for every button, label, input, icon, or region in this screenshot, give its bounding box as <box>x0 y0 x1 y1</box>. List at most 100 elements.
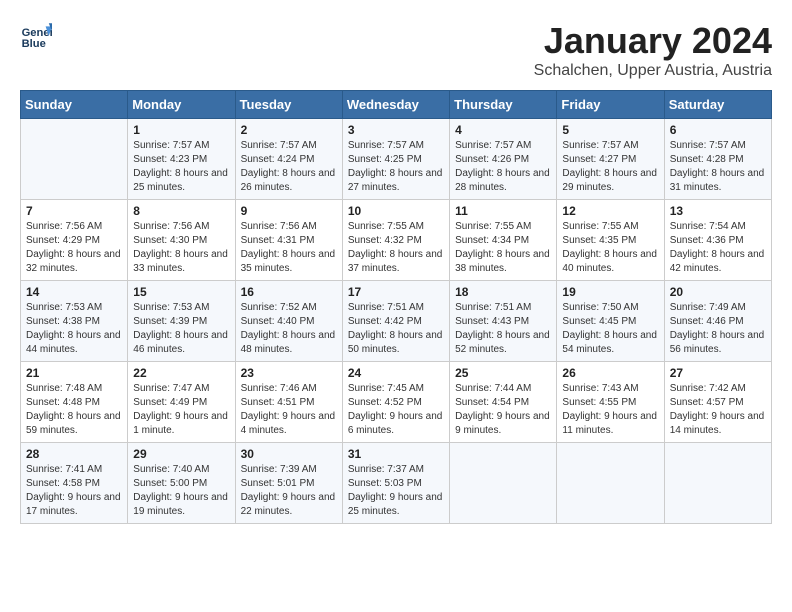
day-info: Sunrise: 7:57 AMSunset: 4:24 PMDaylight:… <box>241 139 337 195</box>
calendar-day-cell: 18 Sunrise: 7:51 AMSunset: 4:43 PMDayligh… <box>450 281 557 362</box>
day-info: Sunrise: 7:57 AMSunset: 4:26 PMDaylight:… <box>455 139 551 195</box>
day-number: 21 <box>26 366 122 380</box>
day-number: 6 <box>670 123 766 137</box>
day-info: Sunrise: 7:40 AMSunset: 5:00 PMDaylight:… <box>133 463 229 519</box>
day-info: Sunrise: 7:50 AMSunset: 4:45 PMDaylight:… <box>562 301 658 357</box>
day-number: 4 <box>455 123 551 137</box>
day-number: 7 <box>26 204 122 218</box>
calendar-day-cell: 20Sunrise: 7:49 AMSunset: 4:46 PMDayligh… <box>664 281 771 362</box>
calendar-day-cell: 24 Sunrise: 7:45 AMSunset: 4:52 PMDayligh… <box>342 362 449 443</box>
calendar-day-cell: 21 Sunrise: 7:48 AMSunset: 4:48 PMDayligh… <box>21 362 128 443</box>
day-info: Sunrise: 7:52 AMSunset: 4:40 PMDaylight:… <box>241 301 337 357</box>
calendar-day-cell: 12 Sunrise: 7:55 AMSunset: 4:35 PMDayligh… <box>557 200 664 281</box>
weekday-header-cell: Wednesday <box>342 91 449 119</box>
month-title: January 2024 <box>534 20 772 62</box>
day-number: 11 <box>455 204 551 218</box>
day-number: 26 <box>562 366 658 380</box>
weekday-header-cell: Saturday <box>664 91 771 119</box>
calendar-day-cell: 6 Sunrise: 7:57 AMSunset: 4:28 PMDaylight… <box>664 119 771 200</box>
day-info: Sunrise: 7:53 AMSunset: 4:38 PMDaylight:… <box>26 301 122 357</box>
calendar-table: SundayMondayTuesdayWednesdayThursdayFrid… <box>20 90 772 524</box>
location-title: Schalchen, Upper Austria, Austria <box>534 62 772 80</box>
day-number: 12 <box>562 204 658 218</box>
calendar-day-cell: 17 Sunrise: 7:51 AMSunset: 4:42 PMDayligh… <box>342 281 449 362</box>
calendar-day-cell: 8 Sunrise: 7:56 AMSunset: 4:30 PMDaylight… <box>128 200 235 281</box>
day-info: Sunrise: 7:44 AMSunset: 4:54 PMDaylight:… <box>455 382 551 438</box>
calendar-day-cell: 1 Sunrise: 7:57 AMSunset: 4:23 PMDaylight… <box>128 119 235 200</box>
day-number: 27 <box>670 366 766 380</box>
day-number: 20 <box>670 285 766 299</box>
day-info: Sunrise: 7:55 AMSunset: 4:35 PMDaylight:… <box>562 220 658 276</box>
calendar-day-cell <box>21 119 128 200</box>
weekday-header-cell: Friday <box>557 91 664 119</box>
day-info: Sunrise: 7:56 AMSunset: 4:31 PMDaylight:… <box>241 220 337 276</box>
day-number: 3 <box>348 123 444 137</box>
day-number: 17 <box>348 285 444 299</box>
day-number: 10 <box>348 204 444 218</box>
weekday-header-cell: Sunday <box>21 91 128 119</box>
calendar-day-cell: 3 Sunrise: 7:57 AMSunset: 4:25 PMDaylight… <box>342 119 449 200</box>
day-number: 22 <box>133 366 229 380</box>
day-info: Sunrise: 7:55 AMSunset: 4:32 PMDaylight:… <box>348 220 444 276</box>
day-number: 28 <box>26 447 122 461</box>
calendar-day-cell: 19 Sunrise: 7:50 AMSunset: 4:45 PMDayligh… <box>557 281 664 362</box>
day-number: 2 <box>241 123 337 137</box>
day-number: 15 <box>133 285 229 299</box>
day-info: Sunrise: 7:47 AMSunset: 4:49 PMDaylight:… <box>133 382 229 438</box>
weekday-header-cell: Tuesday <box>235 91 342 119</box>
calendar-day-cell <box>450 443 557 524</box>
calendar-day-cell: 27Sunrise: 7:42 AMSunset: 4:57 PMDayligh… <box>664 362 771 443</box>
calendar-day-cell: 31Sunrise: 7:37 AMSunset: 5:03 PMDayligh… <box>342 443 449 524</box>
day-info: Sunrise: 7:39 AMSunset: 5:01 PMDaylight:… <box>241 463 337 519</box>
day-info: Sunrise: 7:57 AMSunset: 4:23 PMDaylight:… <box>133 139 229 195</box>
day-number: 9 <box>241 204 337 218</box>
day-info: Sunrise: 7:56 AMSunset: 4:30 PMDaylight:… <box>133 220 229 276</box>
calendar-day-cell: 10 Sunrise: 7:55 AMSunset: 4:32 PMDayligh… <box>342 200 449 281</box>
calendar-day-cell: 28 Sunrise: 7:41 AMSunset: 4:58 PMDayligh… <box>21 443 128 524</box>
weekday-header-cell: Monday <box>128 91 235 119</box>
day-number: 16 <box>241 285 337 299</box>
weekday-header-row: SundayMondayTuesdayWednesdayThursdayFrid… <box>21 91 772 119</box>
calendar-day-cell <box>664 443 771 524</box>
day-info: Sunrise: 7:55 AMSunset: 4:34 PMDaylight:… <box>455 220 551 276</box>
day-info: Sunrise: 7:54 AMSunset: 4:36 PMDaylight:… <box>670 220 766 276</box>
day-number: 1 <box>133 123 229 137</box>
day-number: 5 <box>562 123 658 137</box>
day-info: Sunrise: 7:46 AMSunset: 4:51 PMDaylight:… <box>241 382 337 438</box>
calendar-day-cell: 29 Sunrise: 7:40 AMSunset: 5:00 PMDayligh… <box>128 443 235 524</box>
calendar-body: 1 Sunrise: 7:57 AMSunset: 4:23 PMDaylight… <box>21 119 772 524</box>
calendar-week-row: 21 Sunrise: 7:48 AMSunset: 4:48 PMDayligh… <box>21 362 772 443</box>
calendar-day-cell: 26Sunrise: 7:43 AMSunset: 4:55 PMDayligh… <box>557 362 664 443</box>
calendar-week-row: 14Sunrise: 7:53 AMSunset: 4:38 PMDayligh… <box>21 281 772 362</box>
day-number: 24 <box>348 366 444 380</box>
calendar-day-cell <box>557 443 664 524</box>
day-number: 18 <box>455 285 551 299</box>
day-info: Sunrise: 7:48 AMSunset: 4:48 PMDaylight:… <box>26 382 122 438</box>
day-info: Sunrise: 7:45 AMSunset: 4:52 PMDaylight:… <box>348 382 444 438</box>
calendar-day-cell: 22 Sunrise: 7:47 AMSunset: 4:49 PMDayligh… <box>128 362 235 443</box>
calendar-day-cell: 23 Sunrise: 7:46 AMSunset: 4:51 PMDayligh… <box>235 362 342 443</box>
day-info: Sunrise: 7:57 AMSunset: 4:25 PMDaylight:… <box>348 139 444 195</box>
calendar-week-row: 28 Sunrise: 7:41 AMSunset: 4:58 PMDayligh… <box>21 443 772 524</box>
day-info: Sunrise: 7:57 AMSunset: 4:28 PMDaylight:… <box>670 139 766 195</box>
logo: General Blue <box>20 20 52 52</box>
day-number: 23 <box>241 366 337 380</box>
day-info: Sunrise: 7:41 AMSunset: 4:58 PMDaylight:… <box>26 463 122 519</box>
calendar-day-cell: 15Sunrise: 7:53 AMSunset: 4:39 PMDayligh… <box>128 281 235 362</box>
day-number: 8 <box>133 204 229 218</box>
calendar-day-cell: 2 Sunrise: 7:57 AMSunset: 4:24 PMDaylight… <box>235 119 342 200</box>
day-info: Sunrise: 7:56 AMSunset: 4:29 PMDaylight:… <box>26 220 122 276</box>
calendar-day-cell: 5Sunrise: 7:57 AMSunset: 4:27 PMDaylight… <box>557 119 664 200</box>
day-number: 19 <box>562 285 658 299</box>
calendar-week-row: 7 Sunrise: 7:56 AMSunset: 4:29 PMDaylight… <box>21 200 772 281</box>
calendar-day-cell: 14Sunrise: 7:53 AMSunset: 4:38 PMDayligh… <box>21 281 128 362</box>
day-number: 29 <box>133 447 229 461</box>
calendar-day-cell: 30 Sunrise: 7:39 AMSunset: 5:01 PMDayligh… <box>235 443 342 524</box>
calendar-day-cell: 16 Sunrise: 7:52 AMSunset: 4:40 PMDayligh… <box>235 281 342 362</box>
day-info: Sunrise: 7:37 AMSunset: 5:03 PMDaylight:… <box>348 463 444 519</box>
weekday-header-cell: Thursday <box>450 91 557 119</box>
logo-icon: General Blue <box>20 20 52 52</box>
day-info: Sunrise: 7:51 AMSunset: 4:43 PMDaylight:… <box>455 301 551 357</box>
day-info: Sunrise: 7:51 AMSunset: 4:42 PMDaylight:… <box>348 301 444 357</box>
day-number: 30 <box>241 447 337 461</box>
